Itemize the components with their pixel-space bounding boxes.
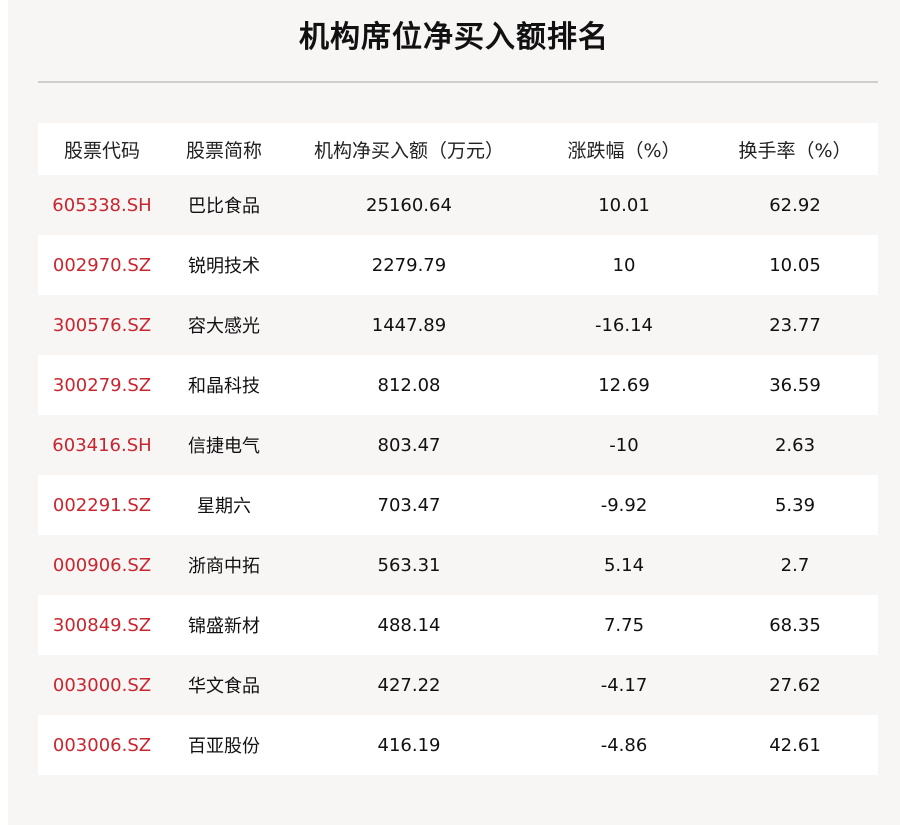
net-buy-cell: 2279.79 (282, 235, 536, 295)
net-buy-cell: 703.47 (282, 475, 536, 535)
change-cell: -4.17 (536, 655, 712, 715)
table-row: 002291.SZ 星期六 703.47 -9.92 5.39 (38, 475, 878, 535)
table-row: 300576.SZ 容大感光 1447.89 -16.14 23.77 (38, 295, 878, 355)
header-net-buy: 机构净买入额（万元） (282, 123, 536, 175)
header-stock-name: 股票简称 (166, 123, 282, 175)
stock-name-cell: 锐明技术 (166, 235, 282, 295)
stock-name-cell: 浙商中拓 (166, 535, 282, 595)
header-change-pct: 涨跌幅（%） (536, 123, 712, 175)
turnover-cell: 42.61 (712, 715, 878, 775)
ranking-table: 股票代码 股票简称 机构净买入额（万元） 涨跌幅（%） 换手率（%） 60533… (38, 123, 878, 775)
net-buy-cell: 416.19 (282, 715, 536, 775)
stock-name-cell: 信捷电气 (166, 415, 282, 475)
stock-code-cell: 300279.SZ (38, 355, 166, 415)
stock-code-cell: 603416.SH (38, 415, 166, 475)
stock-code-cell: 003000.SZ (38, 655, 166, 715)
turnover-cell: 36.59 (712, 355, 878, 415)
change-cell: 10 (536, 235, 712, 295)
net-buy-cell: 25160.64 (282, 175, 536, 235)
title-divider (38, 81, 878, 83)
stock-code-cell: 003006.SZ (38, 715, 166, 775)
stock-name-cell: 锦盛新材 (166, 595, 282, 655)
change-cell: 5.14 (536, 535, 712, 595)
change-cell: -4.86 (536, 715, 712, 775)
table-row: 605338.SH 巴比食品 25160.64 10.01 62.92 (38, 175, 878, 235)
page-title: 机构席位净买入额排名 (299, 20, 609, 55)
turnover-cell: 23.77 (712, 295, 878, 355)
turnover-cell: 27.62 (712, 655, 878, 715)
stock-code-cell: 002970.SZ (38, 235, 166, 295)
ranking-panel: 机构席位净买入额排名 股票代码 股票简称 机构净买入额（万元） 涨跌幅（%） 换… (8, 0, 900, 825)
change-cell: 12.69 (536, 355, 712, 415)
change-cell: -16.14 (536, 295, 712, 355)
table-row: 002970.SZ 锐明技术 2279.79 10 10.05 (38, 235, 878, 295)
stock-name-cell: 星期六 (166, 475, 282, 535)
net-buy-cell: 803.47 (282, 415, 536, 475)
net-buy-cell: 427.22 (282, 655, 536, 715)
table-row: 003000.SZ 华文食品 427.22 -4.17 27.62 (38, 655, 878, 715)
stock-name-cell: 百亚股份 (166, 715, 282, 775)
table-row: 603416.SH 信捷电气 803.47 -10 2.63 (38, 415, 878, 475)
turnover-cell: 62.92 (712, 175, 878, 235)
stock-code-cell: 300576.SZ (38, 295, 166, 355)
net-buy-cell: 563.31 (282, 535, 536, 595)
stock-code-cell: 000906.SZ (38, 535, 166, 595)
net-buy-cell: 812.08 (282, 355, 536, 415)
header-turnover-pct: 换手率（%） (712, 123, 878, 175)
table-row: 300279.SZ 和晶科技 812.08 12.69 36.59 (38, 355, 878, 415)
change-cell: 10.01 (536, 175, 712, 235)
table-row: 003006.SZ 百亚股份 416.19 -4.86 42.61 (38, 715, 878, 775)
turnover-cell: 5.39 (712, 475, 878, 535)
turnover-cell: 2.63 (712, 415, 878, 475)
turnover-cell: 2.7 (712, 535, 878, 595)
table-header-row: 股票代码 股票简称 机构净买入额（万元） 涨跌幅（%） 换手率（%） (38, 123, 878, 175)
stock-code-cell: 605338.SH (38, 175, 166, 235)
turnover-cell: 10.05 (712, 235, 878, 295)
stock-name-cell: 华文食品 (166, 655, 282, 715)
stock-code-cell: 002291.SZ (38, 475, 166, 535)
stock-name-cell: 巴比食品 (166, 175, 282, 235)
table-row: 300849.SZ 锦盛新材 488.14 7.75 68.35 (38, 595, 878, 655)
stock-name-cell: 和晶科技 (166, 355, 282, 415)
change-cell: -10 (536, 415, 712, 475)
net-buy-cell: 1447.89 (282, 295, 536, 355)
stock-code-cell: 300849.SZ (38, 595, 166, 655)
net-buy-cell: 488.14 (282, 595, 536, 655)
stock-name-cell: 容大感光 (166, 295, 282, 355)
turnover-cell: 68.35 (712, 595, 878, 655)
table-row: 000906.SZ 浙商中拓 563.31 5.14 2.7 (38, 535, 878, 595)
change-cell: 7.75 (536, 595, 712, 655)
change-cell: -9.92 (536, 475, 712, 535)
header-stock-code: 股票代码 (38, 123, 166, 175)
